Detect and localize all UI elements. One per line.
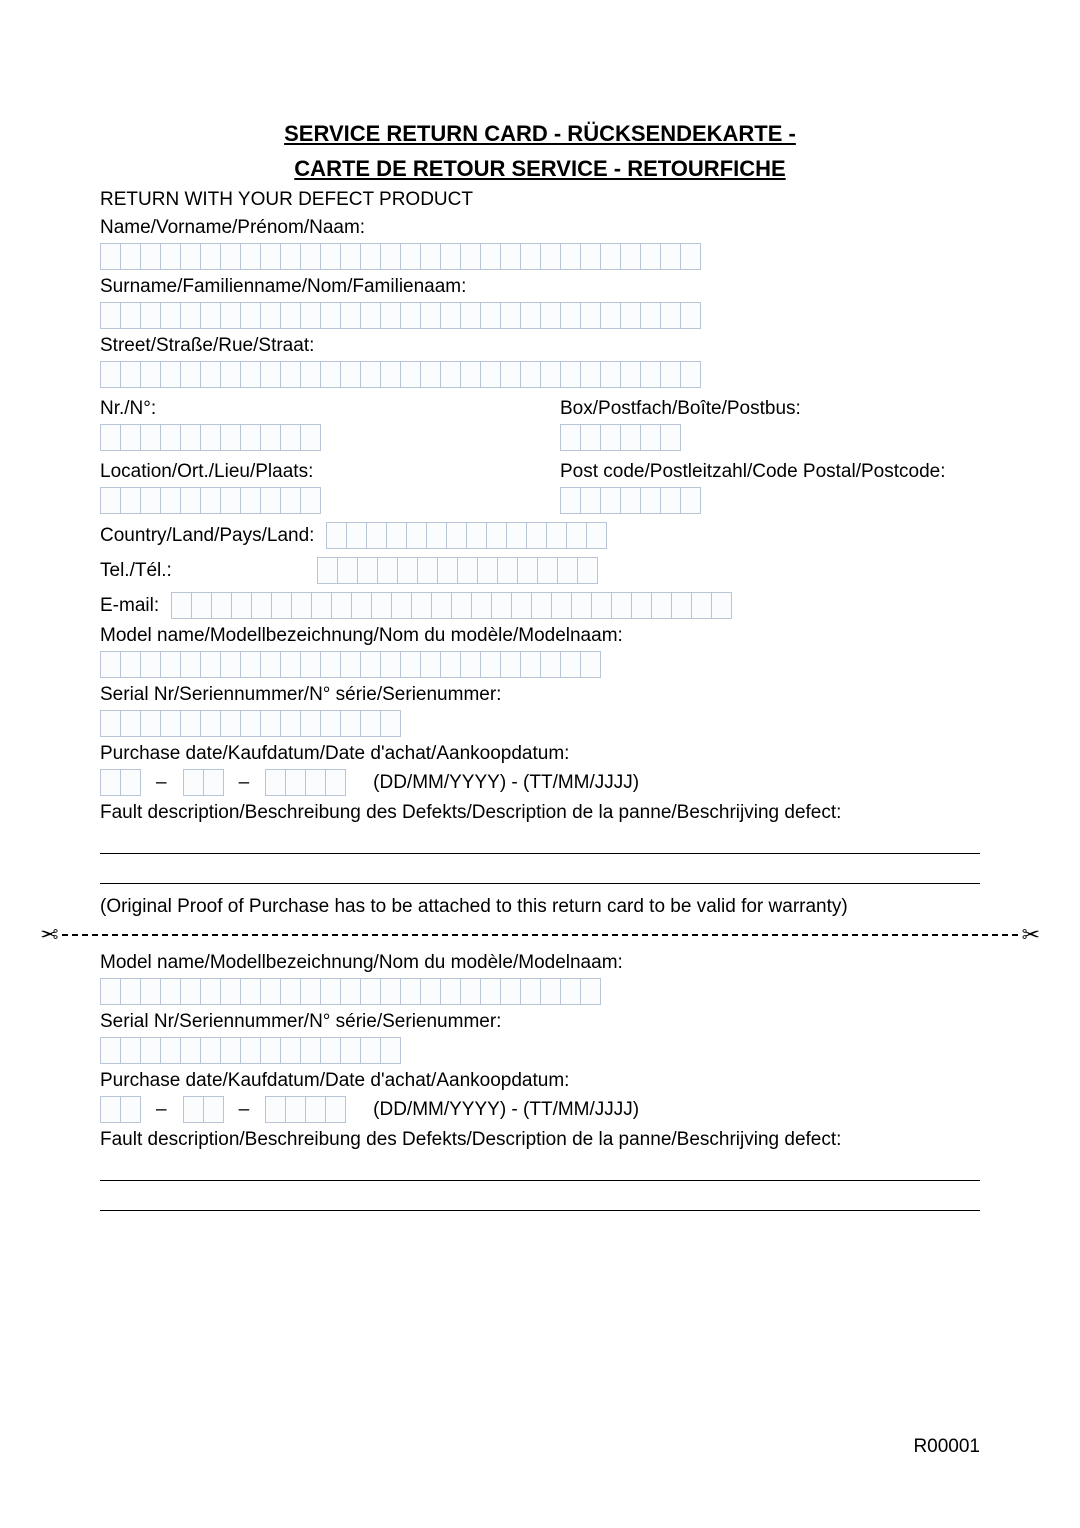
purchase-mm-input[interactable] (183, 769, 223, 796)
date-sep-1: – (152, 772, 171, 794)
purchase-yyyy-input-2[interactable] (265, 1096, 345, 1123)
scissors-left-icon: ✂ (40, 922, 58, 948)
model-input-2[interactable] (100, 978, 980, 1005)
postcode-label: Post code/Postleitzahl/Code Postal/Postc… (560, 461, 980, 483)
purchase-dd-input[interactable] (100, 769, 140, 796)
tel-label: Tel./Tél.: (100, 560, 305, 582)
email-label: E-mail: (100, 595, 159, 617)
surname-label: Surname/Familienname/Nom/Familienaam: (100, 276, 980, 298)
purchase-mm-input-2[interactable] (183, 1096, 223, 1123)
nr-input[interactable] (100, 424, 520, 451)
proof-note: (Original Proof of Purchase has to be at… (100, 896, 980, 918)
serial-label: Serial Nr/Seriennummer/N° série/Serienum… (100, 684, 980, 706)
model-label: Model name/Modellbezeichnung/Nom du modè… (100, 625, 980, 647)
street-input[interactable] (100, 361, 980, 388)
name-input[interactable] (100, 243, 980, 270)
model-input[interactable] (100, 651, 980, 678)
country-input[interactable] (326, 522, 606, 549)
box-label: Box/Postfach/Boîte/Postbus: (560, 398, 980, 420)
name-label: Name/Vorname/Prénom/Naam: (100, 217, 980, 239)
date-sep-3: – (152, 1099, 171, 1121)
serial-label-2: Serial Nr/Seriennummer/N° série/Serienum… (100, 1011, 980, 1033)
street-label: Street/Straße/Rue/Straat: (100, 335, 980, 357)
fault-label-2: Fault description/Beschreibung des Defek… (100, 1129, 980, 1151)
date-sep-4: – (235, 1099, 254, 1121)
location-label: Location/Ort./Lieu/Plaats: (100, 461, 520, 483)
return-instruction: RETURN WITH YOUR DEFECT PRODUCT (100, 189, 980, 211)
model-label-2: Model name/Modellbezeichnung/Nom du modè… (100, 952, 980, 974)
date-sep-2: – (235, 772, 254, 794)
serial-input[interactable] (100, 710, 980, 737)
box-input[interactable] (560, 424, 980, 451)
form-title-line1: SERVICE RETURN CARD - RÜCKSENDEKARTE - (100, 120, 980, 149)
scissors-right-icon: ✂ (1022, 922, 1040, 948)
purchase-yyyy-input[interactable] (265, 769, 345, 796)
country-label: Country/Land/Pays/Land: (100, 525, 314, 547)
email-input[interactable] (171, 592, 731, 619)
surname-input[interactable] (100, 302, 980, 329)
purchase-label: Purchase date/Kaufdatum/Date d'achat/Aan… (100, 743, 980, 765)
cut-dashes (62, 934, 1017, 936)
fault-label: Fault description/Beschreibung des Defek… (100, 802, 980, 824)
footer-code: R00001 (913, 1436, 980, 1458)
form-title-line2: CARTE DE RETOUR SERVICE - RETOURFICHE (100, 155, 980, 184)
serial-input-2[interactable] (100, 1037, 980, 1064)
location-input[interactable] (100, 487, 520, 514)
fault-line-1[interactable] (100, 830, 980, 854)
fault-line-2[interactable] (100, 860, 980, 884)
date-format-hint-2: (DD/MM/YYYY) - (TT/MM/JJJJ) (373, 1099, 639, 1121)
fault-line-4[interactable] (100, 1187, 980, 1211)
tel-input[interactable] (317, 557, 597, 584)
nr-label: Nr./N°: (100, 398, 520, 420)
purchase-dd-input-2[interactable] (100, 1096, 140, 1123)
purchase-label-2: Purchase date/Kaufdatum/Date d'achat/Aan… (100, 1070, 980, 1092)
date-format-hint: (DD/MM/YYYY) - (TT/MM/JJJJ) (373, 772, 639, 794)
postcode-input[interactable] (560, 487, 980, 514)
cut-line: ✂ ✂ (40, 922, 1040, 948)
fault-line-3[interactable] (100, 1157, 980, 1181)
